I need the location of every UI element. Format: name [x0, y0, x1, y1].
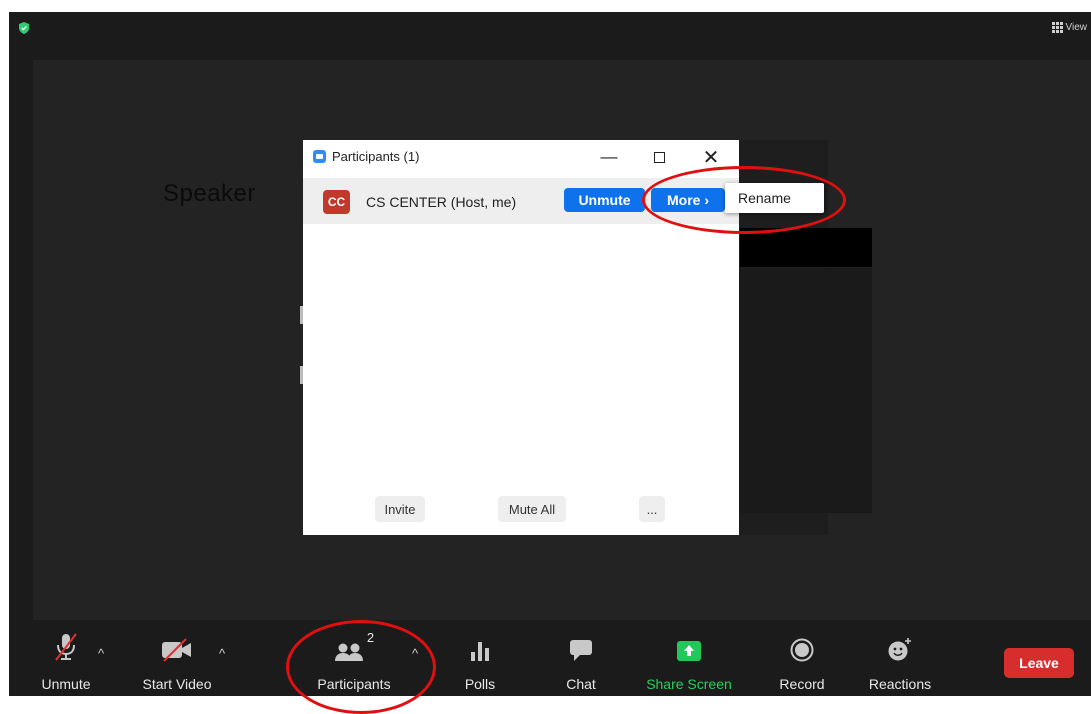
minimize-button[interactable]: — — [589, 144, 629, 170]
leave-button[interactable]: Leave — [1004, 648, 1074, 678]
meeting-toolbar: Unmute ^ Start Video ^ 2 Participants ^ — [9, 620, 1091, 696]
video-options-chevron-icon[interactable]: ^ — [219, 646, 225, 661]
maximize-icon — [653, 151, 665, 163]
share-screen-label: Share Screen — [646, 676, 732, 692]
mute-all-button[interactable]: Mute All — [498, 496, 566, 522]
muted-microphone-icon — [55, 633, 77, 661]
video-tile-bar — [740, 228, 872, 267]
avatar: CC — [323, 190, 350, 214]
polls-label: Polls — [464, 676, 496, 692]
invite-button[interactable]: Invite — [375, 496, 425, 522]
grid-view-icon — [1051, 22, 1063, 33]
participant-unmute-button[interactable]: Unmute — [564, 188, 645, 212]
rename-menu-item[interactable]: Rename — [725, 183, 824, 213]
participants-button[interactable]: 2 Participants — [309, 620, 399, 696]
share-screen-button[interactable]: Share Screen — [641, 620, 737, 696]
start-video-button[interactable]: Start Video — [137, 620, 217, 696]
participants-count: 2 — [366, 630, 375, 645]
participant-more-button[interactable]: More › — [651, 188, 725, 212]
minimize-icon: — — [600, 147, 618, 166]
security-shield-icon[interactable] — [19, 22, 29, 34]
view-label: View — [1065, 22, 1088, 33]
panel-title-text: Participants (1) — [332, 149, 420, 164]
audio-options-chevron-icon[interactable]: ^ — [98, 646, 104, 661]
video-tile — [740, 268, 872, 513]
participants-icon — [334, 643, 363, 661]
start-video-label: Start Video — [142, 676, 212, 692]
panel-more-options-button[interactable]: ... — [639, 496, 665, 522]
participants-panel: Participants (1) — ✕ CC CS CENTER (Host,… — [303, 140, 739, 535]
close-button[interactable]: ✕ — [691, 144, 731, 170]
unmute-label: Unmute — [41, 676, 91, 692]
participants-label: Participants — [317, 676, 391, 692]
chat-button[interactable]: Chat — [559, 620, 603, 696]
participants-options-chevron-icon[interactable]: ^ — [412, 646, 418, 661]
view-button[interactable]: View — [1051, 22, 1088, 33]
polls-button[interactable]: Polls — [455, 620, 505, 696]
unmute-button[interactable]: Unmute — [35, 620, 97, 696]
chat-icon — [570, 640, 592, 661]
polls-icon — [471, 642, 489, 661]
close-icon: ✕ — [702, 146, 720, 169]
record-label: Record — [779, 676, 825, 692]
participant-name: CS CENTER (Host, me) — [366, 194, 517, 210]
speaker-view-label: Speaker — [163, 180, 256, 207]
reactions-icon — [888, 638, 911, 661]
panel-title: Participants (1) — [313, 149, 419, 164]
video-off-icon — [162, 638, 191, 662]
share-screen-icon — [677, 641, 701, 661]
record-button[interactable]: Record — [772, 620, 832, 696]
maximize-button[interactable] — [639, 144, 679, 170]
record-icon — [790, 638, 814, 662]
reactions-label: Reactions — [868, 676, 932, 692]
chat-label: Chat — [566, 676, 596, 692]
zoom-app-icon — [313, 150, 326, 163]
reactions-button[interactable]: Reactions — [864, 620, 936, 696]
